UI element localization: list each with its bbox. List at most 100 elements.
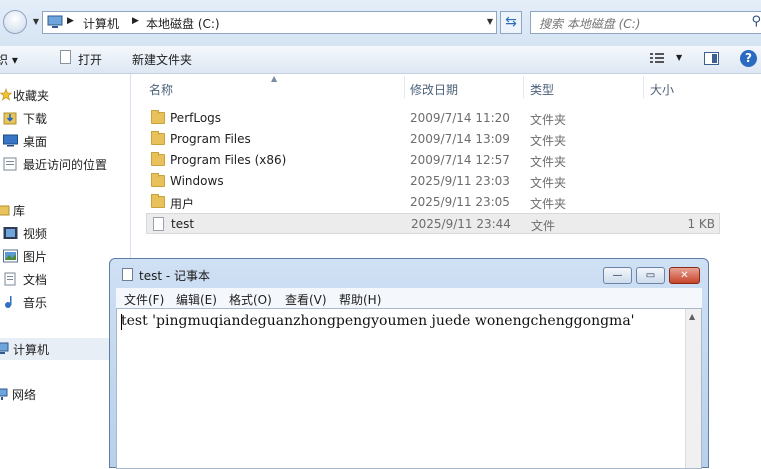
file-row[interactable]: PerfLogs 2009/7/14 11:20 文件夹 bbox=[146, 108, 720, 129]
file-row[interactable]: Windows 2025/9/11 23:03 文件夹 bbox=[146, 171, 720, 192]
breadcrumb-local-disk[interactable]: 本地磁盘 (C:) bbox=[146, 15, 220, 32]
sort-ascending-icon: ▲ bbox=[271, 74, 278, 83]
file-row[interactable]: 用户 2025/9/11 23:05 文件夹 bbox=[146, 192, 720, 213]
file-type: 文件夹 bbox=[530, 155, 567, 169]
notepad-text-area[interactable]: test 'pingmuqiandeguanzhongpengyoumen ju… bbox=[116, 308, 702, 469]
file-type: 文件夹 bbox=[530, 113, 567, 127]
vertical-scrollbar[interactable]: ▲ bbox=[685, 309, 701, 468]
nav-downloads-label: 下载 bbox=[23, 112, 48, 126]
file-row-selected[interactable]: test 2025/9/11 23:44 文件 1 KB bbox=[146, 213, 720, 234]
nav-recent-label: 最近访问的位置 bbox=[23, 158, 108, 172]
notepad-window[interactable]: test - 记事本 — ▭ ✕ 文件(F) 编辑(E) 格式(O) 查看(V)… bbox=[109, 258, 709, 469]
computer-icon bbox=[0, 342, 12, 356]
nav-libraries[interactable]: 库 bbox=[0, 200, 131, 220]
file-name: Program Files bbox=[170, 132, 251, 146]
menu-edit[interactable]: 编辑(E) bbox=[176, 291, 217, 308]
breadcrumb-computer[interactable]: 计算机 bbox=[83, 15, 119, 32]
folder-icon bbox=[151, 131, 165, 145]
view-dropdown-icon[interactable]: ▼ bbox=[676, 53, 682, 62]
nav-videos[interactable]: 视频 bbox=[0, 223, 131, 243]
column-divider[interactable] bbox=[643, 76, 644, 98]
file-type: 文件 bbox=[531, 219, 556, 233]
address-box[interactable]: ▶ 计算机 ▶ 本地磁盘 (C:) ▼ bbox=[42, 11, 497, 34]
documents-icon bbox=[4, 272, 19, 286]
command-toolbar: 织 ▾ 打开 新建文件夹 ▼ ? bbox=[0, 46, 761, 74]
folder-icon bbox=[151, 173, 165, 187]
menu-help[interactable]: 帮助(H) bbox=[339, 291, 381, 308]
music-icon bbox=[4, 295, 19, 309]
nav-downloads[interactable]: 下载 bbox=[0, 108, 131, 128]
folder-icon bbox=[151, 194, 165, 208]
maximize-button[interactable]: ▭ bbox=[636, 267, 665, 284]
desktop-icon bbox=[3, 134, 18, 148]
file-date: 2009/7/14 12:57 bbox=[410, 153, 510, 167]
column-header-row: ▲ 名称 修改日期 类型 大小 bbox=[131, 74, 761, 100]
nav-music-label: 音乐 bbox=[23, 296, 48, 310]
nav-libraries-label: 库 bbox=[13, 204, 26, 218]
file-icon bbox=[153, 217, 164, 231]
search-icon[interactable]: ⚲ bbox=[751, 14, 761, 29]
close-button[interactable]: ✕ bbox=[669, 267, 700, 284]
file-type: 文件夹 bbox=[530, 197, 567, 211]
nav-desktop[interactable]: 桌面 bbox=[0, 131, 131, 151]
nav-recent-places[interactable]: 最近访问的位置 bbox=[0, 154, 131, 174]
column-type[interactable]: 类型 bbox=[530, 81, 554, 98]
file-date: 2025/9/11 23:05 bbox=[410, 195, 510, 209]
address-dropdown-icon[interactable]: ▼ bbox=[487, 17, 493, 26]
file-row[interactable]: Program Files (x86) 2009/7/14 12:57 文件夹 bbox=[146, 150, 720, 171]
notepad-menubar: 文件(F) 编辑(E) 格式(O) 查看(V) 帮助(H) bbox=[116, 288, 702, 309]
change-view-icon[interactable] bbox=[650, 52, 664, 64]
column-size[interactable]: 大小 bbox=[650, 81, 674, 98]
downloads-icon bbox=[3, 111, 18, 125]
minimize-button[interactable]: — bbox=[603, 267, 632, 284]
search-input[interactable] bbox=[537, 13, 741, 34]
column-date[interactable]: 修改日期 bbox=[410, 81, 458, 98]
notepad-title: test - 记事本 bbox=[139, 269, 211, 283]
breadcrumb-separator-icon[interactable]: ▶ bbox=[67, 16, 74, 26]
breadcrumb-separator-icon[interactable]: ▶ bbox=[132, 16, 139, 26]
file-name: Windows bbox=[170, 174, 224, 188]
column-divider[interactable] bbox=[523, 76, 524, 98]
organize-button[interactable]: 织 ▾ bbox=[0, 51, 18, 68]
refresh-button[interactable]: ⇆ bbox=[500, 11, 522, 34]
open-file-icon bbox=[60, 50, 71, 67]
nav-favorites[interactable]: 收藏夹 bbox=[0, 85, 131, 105]
file-type: 文件夹 bbox=[530, 134, 567, 148]
nav-computer-label: 计算机 bbox=[13, 343, 50, 357]
pictures-icon bbox=[3, 249, 18, 263]
preview-pane-icon[interactable] bbox=[704, 52, 719, 65]
network-icon bbox=[0, 387, 12, 401]
notepad-content: test 'pingmuqiandeguanzhongpengyoumen ju… bbox=[121, 313, 635, 329]
menu-file[interactable]: 文件(F) bbox=[124, 291, 164, 308]
notepad-icon bbox=[122, 268, 133, 281]
recent-pages-dropdown-icon[interactable]: ▼ bbox=[31, 17, 41, 27]
nav-pictures-label: 图片 bbox=[23, 250, 48, 264]
folder-icon bbox=[151, 110, 165, 124]
nav-desktop-label: 桌面 bbox=[23, 135, 48, 149]
scroll-up-icon[interactable]: ▲ bbox=[689, 312, 695, 321]
file-date: 2025/9/11 23:03 bbox=[410, 174, 510, 188]
back-button[interactable] bbox=[3, 10, 27, 34]
nav-documents-label: 文档 bbox=[23, 273, 48, 287]
nav-favorites-label: 收藏夹 bbox=[13, 89, 50, 103]
open-button[interactable]: 打开 bbox=[78, 51, 102, 68]
text-caret bbox=[121, 314, 122, 330]
computer-icon bbox=[47, 15, 63, 28]
file-name: 用户 bbox=[170, 197, 195, 211]
libraries-icon bbox=[0, 203, 13, 217]
menu-view[interactable]: 查看(V) bbox=[285, 291, 327, 308]
column-name[interactable]: 名称 bbox=[149, 81, 173, 98]
file-row[interactable]: Program Files 2009/7/14 13:09 文件夹 bbox=[146, 129, 720, 150]
search-box[interactable]: ⚲ bbox=[530, 11, 761, 34]
folder-icon bbox=[151, 152, 165, 166]
file-name: PerfLogs bbox=[170, 111, 222, 125]
file-name: test bbox=[171, 217, 195, 231]
address-bar-area: ▼ ▶ 计算机 ▶ 本地磁盘 (C:) ▼ ⇆ ⚲ bbox=[0, 0, 761, 46]
file-date: 2025/9/11 23:44 bbox=[411, 217, 511, 231]
help-icon[interactable]: ? bbox=[740, 50, 757, 67]
new-folder-button[interactable]: 新建文件夹 bbox=[132, 51, 192, 68]
nav-videos-label: 视频 bbox=[23, 227, 48, 241]
column-divider[interactable] bbox=[404, 76, 405, 98]
video-icon bbox=[3, 226, 18, 240]
menu-format[interactable]: 格式(O) bbox=[229, 291, 272, 308]
